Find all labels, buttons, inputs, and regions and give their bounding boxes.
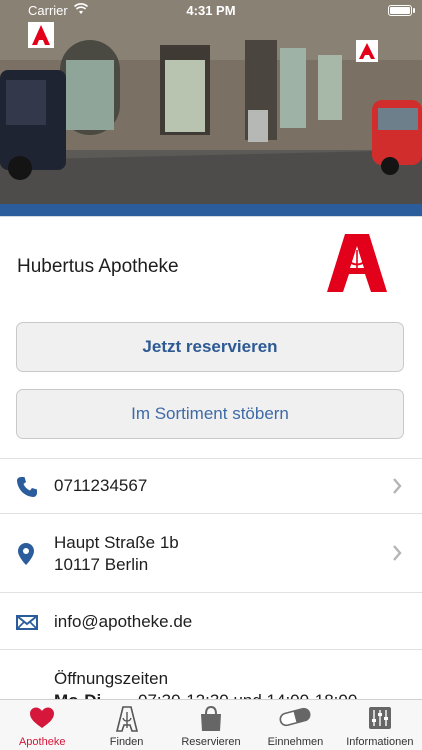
phone-row[interactable]: 0711234567	[0, 458, 422, 514]
address-row[interactable]: Haupt Straße 1b 10117 Berlin	[0, 513, 422, 593]
pharmacy-storefront-photo	[0, 0, 422, 204]
tab-finden[interactable]: Finden	[84, 700, 168, 750]
browse-assortment-button[interactable]: Im Sortiment stöbern	[16, 389, 404, 439]
tab-bar: Apotheke Finden Reservieren Einnehmen In…	[0, 699, 422, 750]
header-accent-bar	[0, 204, 422, 216]
tab-label: Finden	[109, 736, 144, 748]
divider	[0, 216, 422, 217]
battery-tip	[413, 8, 415, 13]
pill-icon	[279, 707, 311, 727]
pharmacy-logo-icon	[115, 706, 138, 732]
tab-label: Informationen	[346, 736, 414, 748]
storefront-illustration	[0, 0, 422, 204]
tab-apotheke[interactable]: Apotheke	[0, 700, 84, 750]
email-row[interactable]: info@apotheke.de	[0, 592, 422, 650]
status-bar: Carrier 4:31 PM	[0, 0, 422, 22]
address-street: Haupt Straße 1b	[54, 533, 179, 552]
battery-icon	[388, 5, 412, 16]
tab-informationen[interactable]: Informationen	[338, 700, 422, 750]
phone-icon	[17, 477, 37, 497]
tab-einnehmen[interactable]: Einnehmen	[253, 700, 337, 750]
sliders-icon	[368, 707, 391, 729]
tab-reservieren[interactable]: Reservieren	[169, 700, 253, 750]
email-address: info@apotheke.de	[54, 612, 193, 631]
clock: 4:31 PM	[186, 3, 236, 18]
opening-hours-title: Öffnungszeiten	[54, 669, 169, 688]
heart-icon	[30, 707, 55, 728]
chevron-right-icon	[393, 545, 402, 561]
pharmacy-name: Hubertus Apotheke	[17, 256, 179, 277]
location-pin-icon	[18, 543, 34, 565]
tab-label: Reservieren	[181, 736, 241, 748]
reserve-button[interactable]: Jetzt reservieren	[16, 322, 404, 372]
tab-label: Apotheke	[18, 736, 66, 748]
shopping-bag-icon	[201, 706, 222, 731]
address-city: 10117 Berlin	[54, 555, 149, 574]
mail-icon	[16, 615, 38, 630]
tab-label: Einnehmen	[267, 736, 324, 748]
apotheke-logo-icon	[327, 234, 387, 292]
phone-number: 0711234567	[54, 476, 148, 495]
chevron-right-icon	[393, 478, 402, 494]
